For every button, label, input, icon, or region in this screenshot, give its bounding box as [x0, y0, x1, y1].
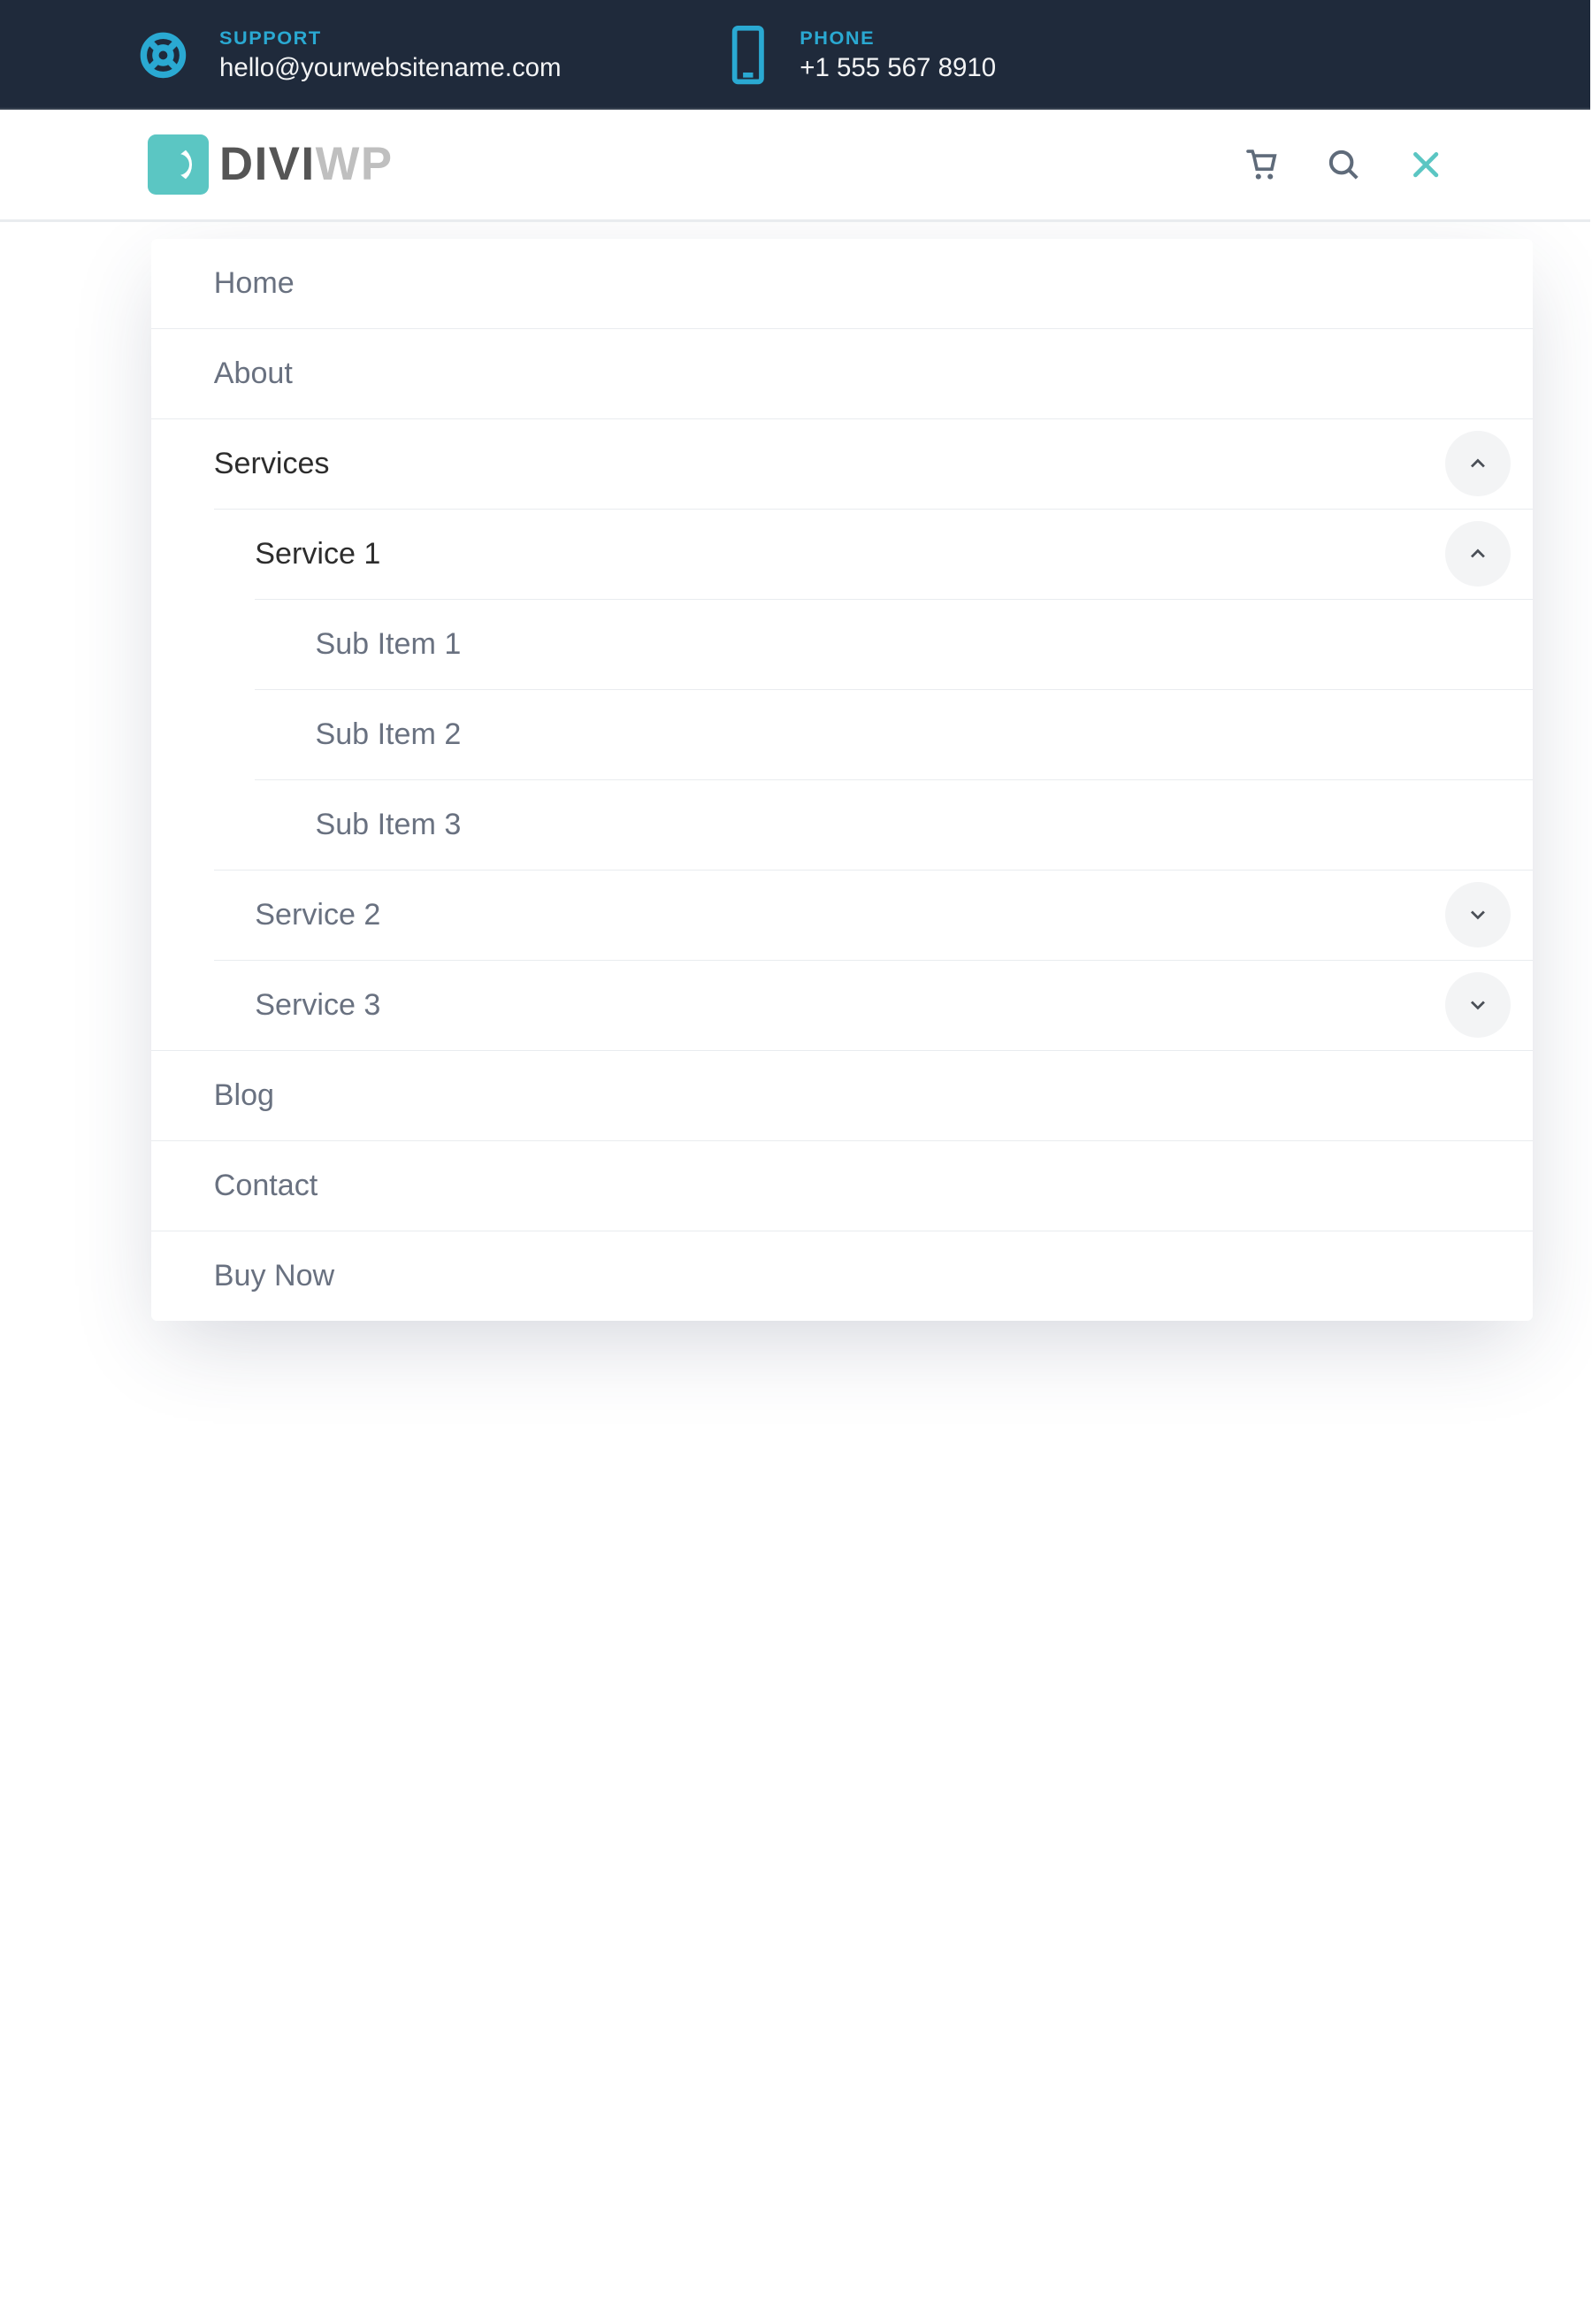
menu-label: Service 3 — [214, 961, 381, 1050]
phone-label: PHONE — [800, 27, 996, 50]
menu-item-blog[interactable]: Blog — [151, 1050, 1533, 1140]
menu-label: About — [151, 329, 293, 418]
menu-item-sub-2[interactable]: Sub Item 2 — [255, 689, 1533, 779]
menu-label: Buy Now — [151, 1231, 335, 1321]
chevron-up-icon[interactable] — [1445, 431, 1511, 496]
phone-number: +1 555 567 8910 — [800, 53, 996, 83]
menu-label: Sub Item 1 — [255, 600, 461, 689]
brand-prefix: DIVI — [219, 138, 316, 190]
header-actions — [1242, 145, 1444, 183]
menu-label: Home — [151, 239, 295, 328]
brand-suffix: WP — [316, 138, 394, 190]
header: DIVIWP — [0, 110, 1590, 222]
menu-item-sub-1[interactable]: Sub Item 1 — [255, 599, 1533, 689]
brand-wordmark: DIVIWP — [219, 137, 394, 191]
menu-item-about[interactable]: About — [151, 328, 1533, 418]
menu-item-sub-3[interactable]: Sub Item 3 — [255, 779, 1533, 870]
menu-item-home[interactable]: Home — [151, 239, 1533, 328]
chevron-up-icon[interactable] — [1445, 521, 1511, 587]
menu-item-services[interactable]: Services — [151, 418, 1533, 509]
lifebuoy-icon — [137, 29, 189, 81]
menu-label: Sub Item 3 — [255, 780, 461, 870]
search-icon[interactable] — [1324, 145, 1362, 183]
menu-item-buy-now[interactable]: Buy Now — [151, 1231, 1533, 1321]
logo-mark-icon — [148, 134, 208, 195]
topbar: SUPPORT hello@yourwebsitename.com PHONE … — [0, 0, 1590, 110]
menu-label: Service 1 — [214, 510, 381, 599]
menu-item-service-2[interactable]: Service 2 — [214, 870, 1533, 960]
chevron-down-icon[interactable] — [1445, 882, 1511, 947]
menu-label: Sub Item 2 — [255, 690, 461, 779]
close-menu-icon[interactable] — [1406, 145, 1444, 183]
menu-label: Contact — [151, 1141, 318, 1231]
phone-icon — [726, 25, 770, 85]
menu-item-service-1[interactable]: Service 1 — [214, 509, 1533, 599]
menu-item-service-3[interactable]: Service 3 — [214, 960, 1533, 1050]
chevron-down-icon[interactable] — [1445, 972, 1511, 1038]
support-label: SUPPORT — [219, 27, 562, 50]
menu-label: Service 2 — [214, 871, 381, 960]
menu-label: Services — [151, 419, 330, 509]
support-email: hello@yourwebsitename.com — [219, 53, 562, 83]
logo[interactable]: DIVIWP — [148, 134, 393, 195]
mobile-menu-panel: Home About Services Service 1 Sub Item 1… — [151, 239, 1533, 1321]
phone-block[interactable]: PHONE +1 555 567 8910 — [726, 25, 997, 85]
support-block[interactable]: SUPPORT hello@yourwebsitename.com — [137, 27, 562, 82]
menu-item-contact[interactable]: Contact — [151, 1140, 1533, 1231]
menu-label: Blog — [151, 1051, 275, 1140]
cart-icon[interactable] — [1242, 145, 1280, 183]
